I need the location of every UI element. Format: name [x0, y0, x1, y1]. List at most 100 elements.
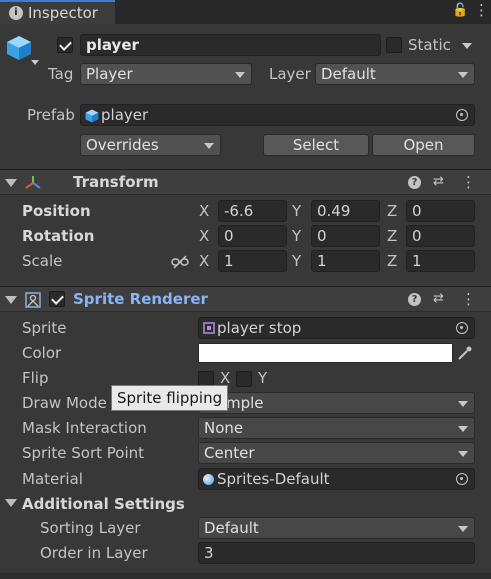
position-x-axis-label: X	[199, 202, 210, 220]
scale-z-field[interactable]: 1	[406, 250, 475, 272]
static-dropdown-caret[interactable]	[462, 43, 472, 49]
mask-interaction-label: Mask Interaction	[22, 419, 147, 437]
inspector-tab-label: Inspector	[28, 4, 98, 22]
color-swatch[interactable]	[198, 343, 453, 363]
material-field[interactable]: Sprites-Default	[198, 468, 475, 490]
info-icon: i	[9, 6, 23, 20]
object-picker-icon[interactable]	[456, 473, 468, 485]
position-z-field[interactable]: 0	[406, 200, 475, 222]
select-button[interactable]: Select	[263, 134, 369, 156]
overrides-dropdown[interactable]: Overrides	[80, 134, 221, 156]
prefab-field[interactable]: player	[80, 104, 475, 126]
flip-tooltip: Sprite flipping	[111, 385, 229, 411]
draw-mode-value: mple	[226, 394, 264, 412]
bottom-divider	[0, 573, 491, 579]
draw-mode-dropdown[interactable]: mple	[198, 392, 475, 414]
help-icon[interactable]: ?	[408, 176, 421, 189]
layer-label: Layer	[269, 65, 311, 83]
rotation-y-axis-label: Y	[292, 227, 302, 245]
sorting-layer-label: Sorting Layer	[40, 519, 141, 537]
sprite-renderer-title: Sprite Renderer	[73, 290, 208, 308]
position-y-field[interactable]: 0.49	[311, 200, 380, 222]
prefab-cube-icon	[85, 109, 99, 123]
tag-value: Player	[86, 65, 133, 83]
material-sphere-icon	[203, 474, 214, 485]
transform-title: Transform	[73, 173, 159, 191]
active-checkbox[interactable]	[57, 37, 73, 53]
presets-icon[interactable]: ⇄	[433, 291, 444, 307]
color-label: Color	[22, 344, 62, 362]
rotation-y-field[interactable]: 0	[311, 225, 380, 247]
flip-y-label: Y	[258, 369, 268, 387]
position-y-axis-label: Y	[292, 202, 302, 220]
presets-icon[interactable]: ⇄	[433, 174, 444, 190]
sprite-label: Sprite	[22, 319, 67, 337]
sprite-sort-point-label: Sprite Sort Point	[22, 444, 145, 462]
constrain-proportions-icon[interactable]	[171, 255, 189, 269]
static-label: Static	[408, 36, 451, 54]
chevron-down-icon	[458, 72, 468, 78]
open-button[interactable]: Open	[372, 134, 475, 156]
sprite-renderer-enabled-checkbox[interactable]	[49, 291, 65, 307]
icon-dropdown-caret[interactable]	[31, 60, 39, 65]
chevron-down-icon	[235, 72, 245, 78]
transform-foldout-icon[interactable]	[5, 179, 17, 187]
sprite-field[interactable]: player stop	[198, 317, 475, 339]
lock-icon[interactable]: 🔓	[452, 3, 468, 18]
order-in-layer-label: Order in Layer	[40, 544, 148, 562]
mask-interaction-dropdown[interactable]: None	[198, 417, 475, 439]
order-in-layer-field[interactable]: 3	[198, 542, 475, 564]
help-icon[interactable]: ?	[408, 293, 421, 306]
position-x-field[interactable]: -6.6	[218, 200, 287, 222]
sprite-sort-point-value: Center	[204, 444, 255, 462]
tag-label: Tag	[48, 65, 74, 83]
eyedropper-icon[interactable]	[457, 345, 473, 361]
sprite-renderer-icon	[25, 292, 41, 308]
layer-value: Default	[321, 65, 376, 83]
chevron-down-icon	[458, 426, 468, 432]
gameobject-cube-icon	[6, 35, 32, 61]
rotation-label: Rotation	[22, 227, 95, 245]
scale-x-field[interactable]: 1	[218, 250, 287, 272]
tab-menu-icon[interactable]: ⋮	[474, 1, 489, 19]
transform-icon	[25, 176, 41, 189]
overrides-label: Overrides	[86, 136, 159, 154]
chevron-down-icon	[458, 451, 468, 457]
tag-dropdown[interactable]: Player	[80, 63, 252, 85]
component-menu-icon[interactable]: ⋮	[461, 291, 476, 307]
scale-x-axis-label: X	[199, 252, 210, 270]
rotation-z-field[interactable]: 0	[406, 225, 475, 247]
rotation-x-axis-label: X	[199, 227, 210, 245]
additional-settings-label[interactable]: Additional Settings	[22, 494, 185, 514]
scale-y-axis-label: Y	[292, 252, 302, 270]
material-label: Material	[22, 470, 83, 488]
sorting-layer-value: Default	[204, 519, 259, 537]
chevron-down-icon	[458, 526, 468, 532]
sprite-sort-point-dropdown[interactable]: Center	[198, 442, 475, 464]
static-checkbox[interactable]	[386, 37, 402, 53]
prefab-label: Prefab	[27, 106, 75, 124]
sprite-renderer-foldout-icon[interactable]	[5, 296, 17, 304]
prefab-value: player	[101, 106, 149, 124]
scale-y-field[interactable]: 1	[311, 250, 380, 272]
sorting-layer-dropdown[interactable]: Default	[198, 517, 475, 539]
rotation-z-axis-label: Z	[387, 227, 398, 245]
additional-settings-foldout-icon[interactable]	[5, 499, 17, 507]
sprite-asset-icon	[203, 322, 215, 334]
flip-y-checkbox[interactable]	[236, 371, 252, 387]
object-picker-icon[interactable]	[456, 322, 468, 334]
material-value: Sprites-Default	[217, 470, 330, 488]
inspector-tab[interactable]: i Inspector	[0, 0, 115, 24]
component-menu-icon[interactable]: ⋮	[461, 174, 476, 190]
position-label: Position	[22, 202, 91, 220]
layer-dropdown[interactable]: Default	[315, 63, 475, 85]
scale-label: Scale	[22, 252, 63, 270]
mask-interaction-value: None	[204, 419, 244, 437]
position-z-axis-label: Z	[387, 202, 398, 220]
rotation-x-field[interactable]: 0	[218, 225, 287, 247]
object-name-field[interactable]: player	[80, 34, 381, 56]
chevron-down-icon	[204, 143, 214, 149]
scale-z-axis-label: Z	[387, 252, 398, 270]
flip-label: Flip	[22, 369, 49, 387]
object-picker-icon[interactable]	[456, 109, 468, 121]
